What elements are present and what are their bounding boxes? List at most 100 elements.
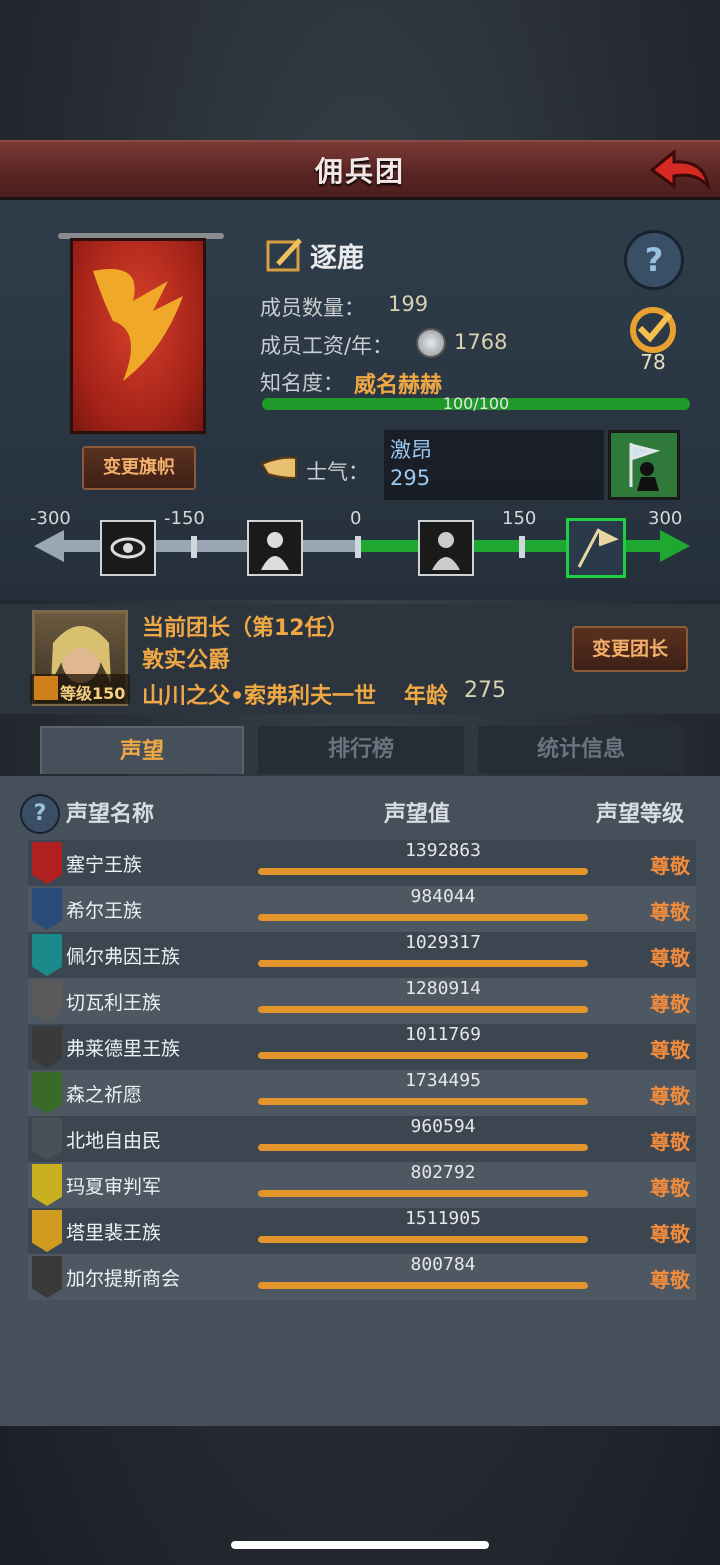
morale-fear-icon[interactable]: [247, 520, 303, 576]
faction-crest-icon: [32, 842, 62, 884]
arrow-right-icon: [660, 530, 690, 562]
reputation-bar: [258, 868, 588, 875]
morale-value: 295: [390, 466, 431, 490]
table-row[interactable]: 塔里裴王族 1511905 尊敬: [28, 1208, 696, 1254]
reputation-value: 1392863: [405, 840, 481, 861]
reputation-bar: [258, 1144, 588, 1151]
reputation-value: 800784: [410, 1254, 476, 1275]
tick-mark: [355, 536, 361, 558]
morale-despair-icon[interactable]: [100, 520, 156, 576]
leader-level: 等级150: [60, 684, 126, 703]
reputation-value: 984044: [410, 886, 476, 907]
change-leader-button[interactable]: 变更团长: [572, 626, 688, 672]
leader-age: 275: [464, 678, 506, 703]
morale-calm-icon[interactable]: [418, 520, 474, 576]
horn-icon: [260, 452, 300, 482]
guild-name: 逐鹿: [310, 243, 364, 274]
faction-name: 森之祈愿: [66, 1084, 143, 1106]
home-indicator[interactable]: [231, 1541, 489, 1549]
members-value: 199: [388, 292, 429, 316]
guild-emblem-icon[interactable]: [620, 304, 686, 354]
reputation-level: 尊敬: [650, 900, 690, 924]
arrow-left-icon: [34, 530, 64, 562]
reputation-value: 1011769: [405, 1024, 481, 1045]
faction-crest-icon: [32, 1164, 62, 1206]
faction-crest-icon: [32, 934, 62, 976]
help-icon[interactable]: ?: [624, 230, 684, 290]
reputation-bar: [258, 1190, 588, 1197]
reputation-level: 尊敬: [650, 992, 690, 1016]
faction-name: 佩尔弗因王族: [66, 946, 181, 968]
reputation-value: 1511905: [405, 1208, 481, 1229]
table-row[interactable]: 塞宁王族 1392863 尊敬: [28, 840, 696, 886]
table-row[interactable]: 希尔王族 984044 尊敬: [28, 886, 696, 932]
page-title: 佣兵团: [314, 155, 405, 188]
back-arrow-icon[interactable]: [648, 146, 712, 194]
faction-name: 塔里裴王族: [66, 1222, 162, 1244]
screen: 佣兵团 变更旗帜 逐鹿 ? 成员数量： 199 成员工资/年： 1768 知名度…: [0, 0, 720, 1565]
reputation-bar: [258, 960, 588, 967]
faction-name: 弗莱德里王族: [66, 1038, 181, 1060]
reputation-bar: [258, 914, 588, 921]
morale-label: 士气：: [306, 460, 369, 484]
table-row[interactable]: 玛夏审判军 802792 尊敬: [28, 1162, 696, 1208]
header-value: 声望值: [384, 802, 451, 827]
tab-leaderboard[interactable]: 排行榜: [258, 726, 464, 774]
faction-name: 北地自由民: [66, 1130, 162, 1152]
faction-crest-icon: [32, 1026, 62, 1068]
leader-title: 当前团长（第12任）: [142, 616, 349, 641]
reputation-value: 1734495: [405, 1070, 481, 1091]
change-banner-button[interactable]: 变更旗帜: [82, 446, 196, 490]
tick-label: -150: [164, 508, 205, 529]
fame-progress-text: 100/100: [442, 394, 510, 413]
faction-crest-icon: [32, 1210, 62, 1252]
reputation-bar: [258, 1052, 588, 1059]
badge-value: 78: [640, 350, 666, 374]
tick-label: 0: [350, 508, 362, 529]
table-row[interactable]: 加尔提斯商会 800784 尊敬: [28, 1254, 696, 1300]
morale-status-icon[interactable]: [608, 430, 680, 500]
leader-rank: 敦实公爵: [142, 648, 231, 673]
faction-crest-icon: [32, 1256, 62, 1298]
table-row[interactable]: 佩尔弗因王族 1029317 尊敬: [28, 932, 696, 978]
table-row[interactable]: 北地自由民 960594 尊敬: [28, 1116, 696, 1162]
reputation-value: 960594: [410, 1116, 476, 1137]
tab-reputation[interactable]: 声望: [40, 726, 244, 774]
age-label: 年龄: [404, 684, 449, 709]
reputation-bar: [258, 1282, 588, 1289]
class-icon: [34, 676, 58, 700]
faction-name: 玛夏审判军: [66, 1176, 162, 1198]
help-icon[interactable]: ?: [20, 794, 60, 834]
leader-name: 山川之父•索弗利夫一世: [142, 684, 377, 709]
reputation-value: 1029317: [405, 932, 481, 953]
tick-mark: [191, 536, 197, 558]
faction-crest-icon: [32, 1072, 62, 1114]
guild-banner: [70, 238, 206, 434]
faction-name: 切瓦利王族: [66, 992, 162, 1014]
reputation-bar: [258, 1098, 588, 1105]
reputation-level: 尊敬: [650, 1176, 690, 1200]
silver-coin-icon: [416, 328, 446, 358]
reputation-level: 尊敬: [650, 1268, 690, 1292]
table-row[interactable]: 森之祈愿 1734495 尊敬: [28, 1070, 696, 1116]
reputation-level: 尊敬: [650, 1130, 690, 1154]
table-row[interactable]: 切瓦利王族 1280914 尊敬: [28, 978, 696, 1024]
faction-crest-icon: [32, 1118, 62, 1160]
reputation-level: 尊敬: [650, 1038, 690, 1062]
edit-name-icon[interactable]: [266, 236, 304, 272]
reputation-value: 802792: [410, 1162, 476, 1183]
members-label: 成员数量：: [260, 296, 365, 320]
reputation-value: 1280914: [405, 978, 481, 999]
morale-state: 激昂: [390, 438, 432, 462]
header-name: 声望名称: [66, 802, 155, 827]
faction-crest-icon: [32, 888, 62, 930]
tick-mark: [519, 536, 525, 558]
faction-crest-icon: [32, 980, 62, 1022]
reputation-bar: [258, 1006, 588, 1013]
morale-excited-icon[interactable]: [566, 518, 626, 578]
tab-statistics[interactable]: 统计信息: [478, 726, 684, 774]
faction-name: 塞宁王族: [66, 854, 143, 876]
table-row[interactable]: 弗莱德里王族 1011769 尊敬: [28, 1024, 696, 1070]
reputation-bar: [258, 1236, 588, 1243]
reputation-level: 尊敬: [650, 1222, 690, 1246]
